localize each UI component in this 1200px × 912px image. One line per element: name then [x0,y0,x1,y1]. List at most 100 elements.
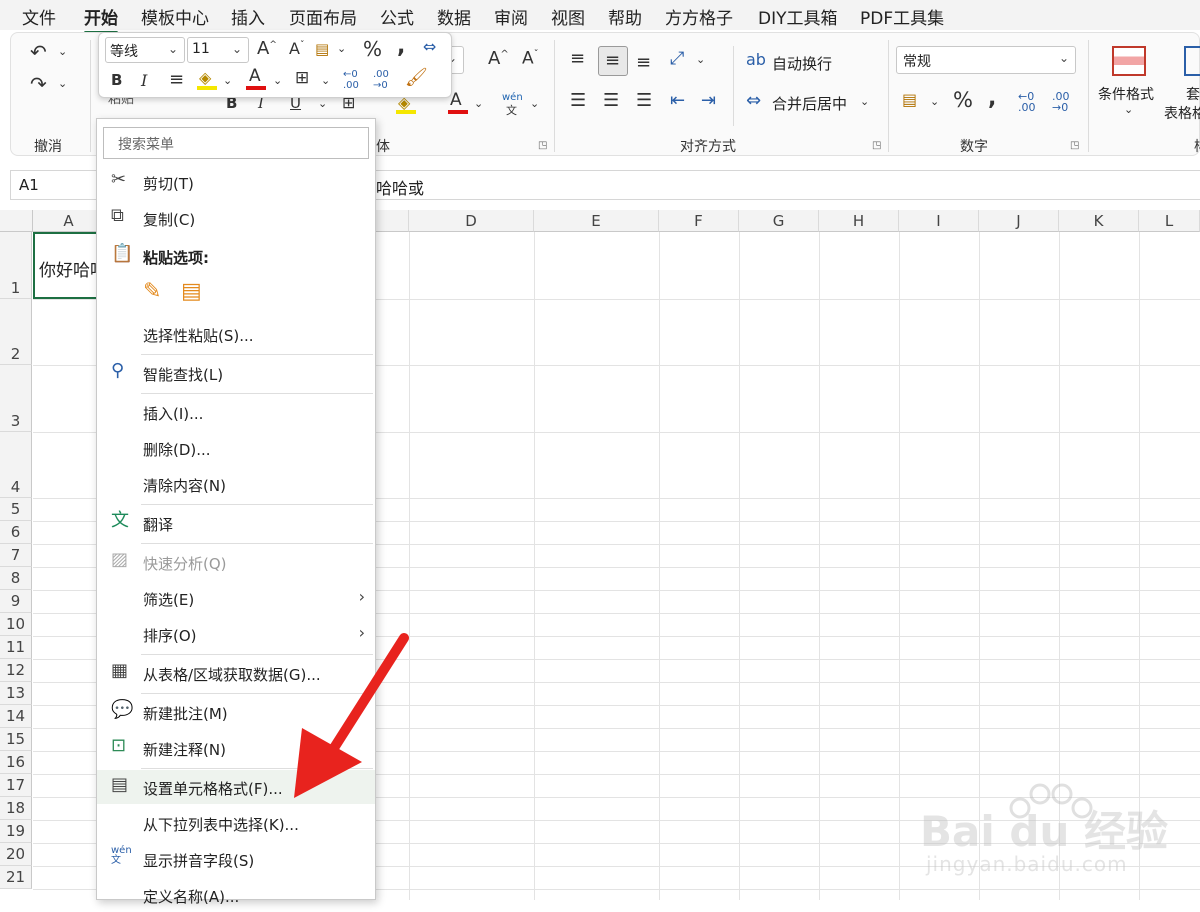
menu-item-cut[interactable]: ✂ 剪切(T) [97,165,375,199]
row-header[interactable]: 4 [0,432,32,498]
row-header[interactable]: 5 [0,498,32,521]
menu-item-quick-analysis[interactable]: ▨ 快速分析(Q) [97,545,375,579]
border-icon[interactable]: ⊞ [295,70,309,87]
tab-help[interactable]: 帮助 [608,4,642,29]
column-header-d[interactable]: D [409,210,534,232]
merge-center-icon[interactable]: ⇔ [423,39,436,55]
wrap-text-button[interactable]: 自动换行 [772,53,832,74]
tab-file[interactable]: 文件 [22,4,56,29]
font-color-icon[interactable]: A [450,92,462,109]
menu-item-show-phonetic[interactable]: wén 文 显示拼音字段(S) [97,842,375,876]
percent-icon[interactable]: % [953,90,973,111]
row-header[interactable]: 2 [0,299,32,365]
row-header[interactable]: 21 [0,866,32,889]
tab-home[interactable]: 开始 [84,4,118,34]
align-middle-button[interactable]: ≡ [598,46,628,76]
menu-search-input[interactable]: 搜索菜单 [103,127,369,159]
format-painter-icon[interactable]: 🖌 [405,69,428,87]
column-header-c[interactable] [375,210,409,232]
align-left-icon[interactable]: ☰ [570,92,586,110]
row-header[interactable]: 19 [0,820,32,843]
conditional-format-button[interactable]: 条件格式 [1098,84,1154,104]
align-top-icon[interactable]: ≡ [570,50,585,68]
decrease-decimal-icon[interactable]: .00 →0 [1052,91,1070,113]
row-header[interactable]: 16 [0,751,32,774]
row-header[interactable]: 1 [0,232,32,299]
tab-data[interactable]: 数据 [437,4,471,29]
font-color-icon[interactable]: A [249,68,261,85]
increase-indent-icon[interactable]: ⇥ [701,92,716,110]
row-header[interactable]: 14 [0,705,32,728]
row-header[interactable]: 13 [0,682,32,705]
chevron-down-icon[interactable]: ⌄ [337,43,346,54]
wrap-text-icon[interactable]: ab [746,52,766,68]
italic-icon[interactable]: I [258,96,264,111]
row-header[interactable]: 7 [0,544,32,567]
chevron-down-icon[interactable]: ⌄ [530,98,539,109]
tab-review[interactable]: 审阅 [494,4,528,29]
column-header-f[interactable]: F [659,210,739,232]
fill-color-icon[interactable]: ◈ [199,70,211,86]
redo-icon[interactable]: ↷ [30,74,47,94]
row-header[interactable]: 20 [0,843,32,866]
decrease-font-icon[interactable]: Aˇ [522,50,539,68]
column-header-l[interactable]: L [1139,210,1200,232]
chevron-down-icon[interactable]: ⌄ [474,98,483,109]
align-right-icon[interactable]: ☰ [636,92,652,110]
row-header[interactable]: 15 [0,728,32,751]
row-header[interactable]: 3 [0,365,32,432]
tab-insert[interactable]: 插入 [231,4,265,29]
select-all-corner[interactable] [0,210,33,232]
row-header[interactable]: 17 [0,774,32,797]
number-format-select[interactable]: 常规 ⌄ [896,46,1076,74]
column-header-i[interactable]: I [899,210,979,232]
decrease-decimal-icon[interactable]: .00 →0 [373,69,389,91]
tab-fangfang[interactable]: 方方格子 [665,4,733,29]
menu-item-filter[interactable]: 筛选(E) › [97,581,375,615]
dialog-launcher-icon[interactable]: ◳ [872,140,881,151]
chevron-down-icon[interactable]: ⌄ [860,96,869,107]
column-header-g[interactable]: G [739,210,819,232]
menu-item-clear-contents[interactable]: 清除内容(N) [97,467,375,501]
column-header-e[interactable]: E [534,210,659,232]
currency-icon[interactable]: ▤ [902,92,917,108]
name-box[interactable]: A1 [10,170,100,200]
menu-item-delete[interactable]: 删除(D)... [97,431,375,465]
decrease-indent-icon[interactable]: ⇤ [670,92,685,110]
row-header[interactable]: 9 [0,590,32,613]
percent-icon[interactable]: % [363,39,382,59]
merge-center-button[interactable]: 合并后居中 [772,93,847,114]
dialog-launcher-icon[interactable]: ◳ [1070,140,1079,151]
currency-format-icon[interactable]: ▤ [315,42,329,57]
menu-item-translate[interactable]: 文 翻译 [97,506,375,540]
tab-formulas[interactable]: 公式 [380,4,414,29]
dialog-launcher-icon[interactable]: ◳ [538,140,547,151]
menu-item-define-name[interactable]: 定义名称(A)... [97,878,375,912]
increase-font-icon[interactable]: A^ [257,40,277,58]
column-header-a[interactable]: A [33,210,105,232]
font-size-select[interactable]: 11 ⌄ [187,37,249,63]
tab-diy-toolbox[interactable]: DIY工具箱 [758,4,838,29]
row-header[interactable]: 8 [0,567,32,590]
table-format-label-2[interactable]: 表格格 [1164,103,1200,123]
paste-values-icon[interactable]: ▤ [181,279,211,309]
menu-item-pick-from-list[interactable]: 从下拉列表中选择(K)... [97,806,375,840]
menu-item-paste-special[interactable]: 选择性粘贴(S)... [97,317,375,351]
undo-icon[interactable]: ↶ [30,42,47,62]
row-header[interactable]: 18 [0,797,32,820]
increase-decimal-icon[interactable]: ←0.00 [343,69,359,91]
chevron-down-icon[interactable]: ⌄ [1124,104,1133,115]
table-format-label-1[interactable]: 套 [1186,84,1200,104]
underline-icon[interactable]: U [290,96,301,111]
tab-page-layout[interactable]: 页面布局 [289,4,357,29]
increase-decimal-icon[interactable]: ←0.00 [1018,91,1036,113]
bold-icon[interactable]: B [111,73,122,88]
increase-font-icon[interactable]: A^ [488,50,509,68]
comma-style-icon[interactable]: , [397,36,405,58]
column-header-j[interactable]: J [979,210,1059,232]
chevron-down-icon[interactable]: ⌄ [318,98,327,109]
font-name-select[interactable]: 等线 ⌄ [105,37,185,63]
row-header[interactable]: 10 [0,613,32,636]
paste-formulas-icon[interactable]: ✎ [143,279,173,309]
merge-center-icon[interactable]: ⇔ [746,92,761,110]
